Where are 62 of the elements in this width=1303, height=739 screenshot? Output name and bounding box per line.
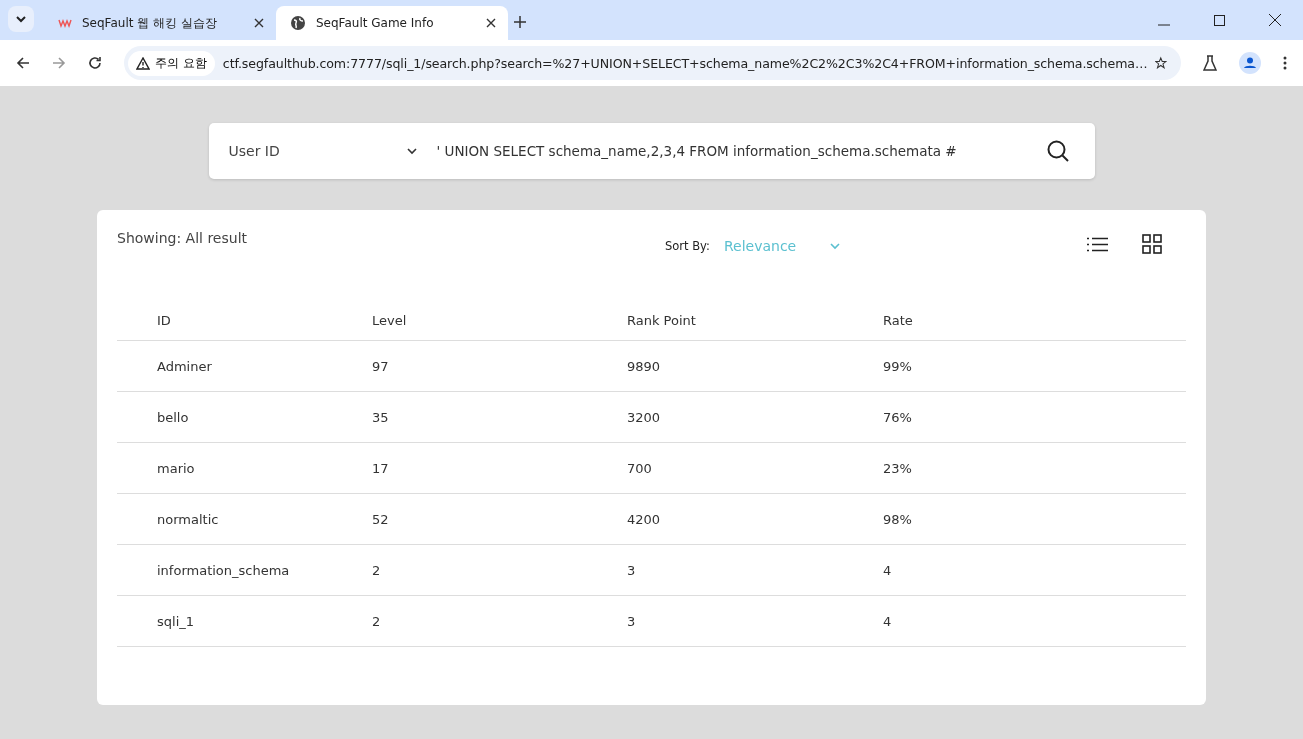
table-cell: 97 bbox=[372, 358, 389, 374]
search-input[interactable]: ' UNION SELECT schema_name,2,3,4 FROM information_schema.schemata # bbox=[426, 143, 1047, 159]
address-bar[interactable]: 주의 요함 ctf.segfaulthub.com:7777/sqli_1/search.php?search=%27+UNION+SELECT+schema_name%2C2%2C3%2C4+FROM+information_schema.schema… bbox=[124, 46, 1181, 80]
security-warning-label: 주의 요함 bbox=[155, 54, 207, 72]
logo-icon bbox=[58, 18, 72, 28]
table-cell: 76% bbox=[883, 409, 912, 425]
table-cell: 52 bbox=[372, 511, 389, 527]
browser-tab[interactable]: SeqFault 웹 해킹 실습장 bbox=[44, 6, 276, 40]
tab-list-button[interactable] bbox=[8, 6, 34, 32]
reload-icon[interactable] bbox=[88, 56, 102, 70]
tab-title: SeqFault 웹 해킹 실습장 bbox=[82, 14, 218, 32]
avatar-icon[interactable] bbox=[1239, 52, 1261, 74]
table-cell: 2 bbox=[372, 562, 381, 578]
table-cell: normaltic bbox=[157, 511, 219, 527]
more-menu-icon[interactable] bbox=[1283, 56, 1287, 70]
table-cell: 23% bbox=[883, 460, 912, 476]
tab-title: SeqFault Game Info bbox=[316, 16, 435, 30]
table-cell: 35 bbox=[372, 409, 389, 425]
table-cell: Adminer bbox=[157, 358, 212, 374]
table-cell: 4200 bbox=[627, 511, 661, 527]
flask-icon[interactable] bbox=[1203, 55, 1217, 71]
grid-view-icon[interactable] bbox=[1142, 234, 1162, 254]
star-icon[interactable] bbox=[1155, 55, 1167, 71]
table-cell: sqli_1 bbox=[157, 613, 195, 629]
column-header: Level bbox=[372, 312, 407, 328]
table-cell: bello bbox=[157, 409, 189, 425]
column-header: Rate bbox=[883, 312, 913, 328]
chevron-down-icon bbox=[16, 15, 26, 23]
sort-label: Sort By: bbox=[665, 239, 710, 253]
table-cell: information_schema bbox=[157, 562, 290, 578]
search-icon[interactable] bbox=[1046, 140, 1069, 162]
table-cell: 9890 bbox=[627, 358, 661, 374]
field-dropdown[interactable]: User ID bbox=[228, 136, 427, 166]
close-icon[interactable] bbox=[1269, 14, 1281, 26]
table-cell: 98% bbox=[883, 511, 912, 527]
table-cell: 3 bbox=[627, 562, 636, 578]
table-cell: 3 bbox=[627, 613, 636, 629]
close-icon[interactable] bbox=[486, 18, 496, 28]
maximize-icon[interactable] bbox=[1214, 15, 1225, 26]
new-tab-icon[interactable] bbox=[514, 16, 526, 28]
table-cell: 2 bbox=[372, 613, 381, 629]
table-cell: 4 bbox=[883, 613, 892, 629]
column-header: Rank Point bbox=[627, 312, 696, 328]
table-cell: 4 bbox=[883, 562, 892, 578]
forward-icon[interactable] bbox=[52, 56, 66, 70]
table-cell: mario bbox=[157, 460, 195, 476]
list-view-icon[interactable] bbox=[1087, 236, 1108, 252]
chevron-down-icon bbox=[830, 242, 841, 250]
security-warning-chip[interactable]: 주의 요함 bbox=[128, 50, 215, 76]
table-cell: 3200 bbox=[627, 409, 661, 425]
browser-tab[interactable]: SeqFault Game Info bbox=[276, 6, 508, 40]
table-cell: 700 bbox=[627, 460, 652, 476]
url-text: ctf.segfaulthub.com:7777/sqli_1/search.php?search=%27+UNION+SELECT+schema_name%2C2%2C3%2C4+FROM+information_schema.schema… bbox=[222, 55, 1148, 71]
results-summary: Showing: All result bbox=[117, 230, 248, 246]
column-header: ID bbox=[157, 312, 171, 328]
back-icon[interactable] bbox=[16, 56, 30, 70]
globe-icon bbox=[290, 15, 306, 31]
table-cell: 99% bbox=[883, 358, 912, 374]
close-icon[interactable] bbox=[254, 18, 264, 28]
chevron-down-icon bbox=[406, 147, 417, 155]
table-cell: 17 bbox=[372, 460, 389, 476]
warning-icon bbox=[136, 56, 150, 70]
